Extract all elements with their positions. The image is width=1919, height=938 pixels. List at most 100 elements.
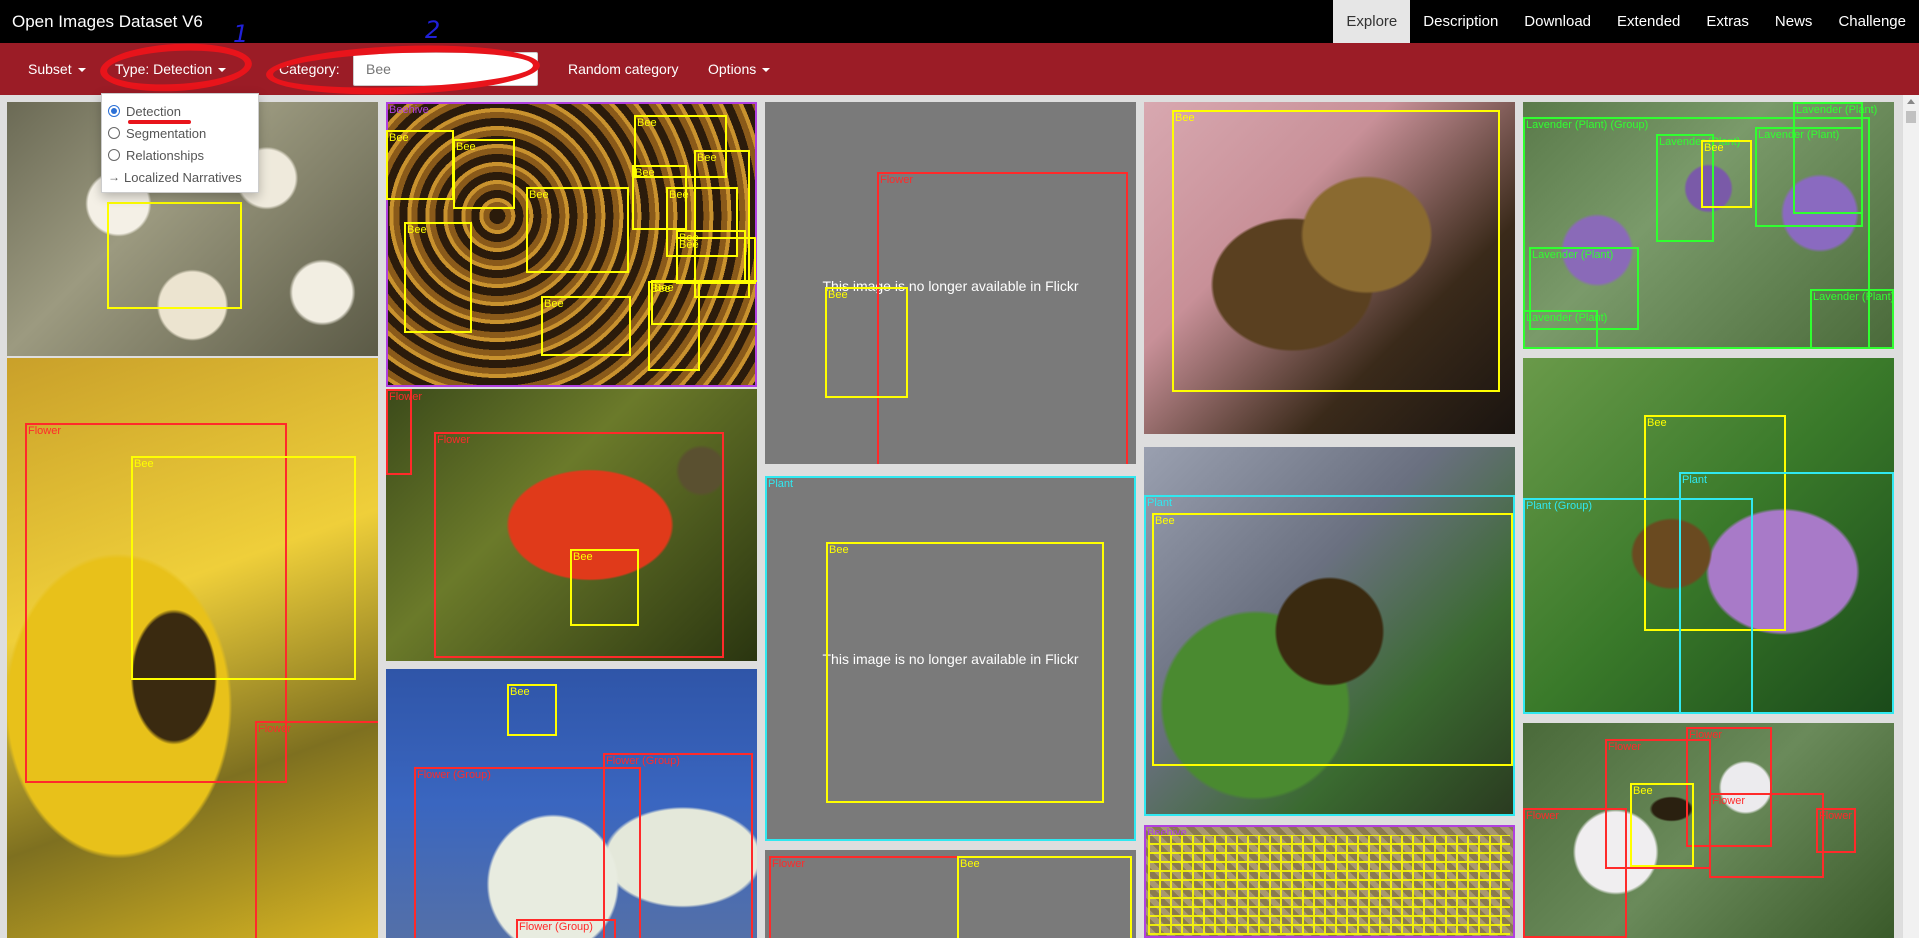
bbox-label: Flower [389,391,423,403]
image-tile[interactable]: Beehive [1144,825,1515,938]
bbox-flower: Flower [1709,793,1824,878]
bbox-bee: Bee [507,684,557,736]
nav-extras[interactable]: Extras [1693,0,1762,43]
bbox-label: Bee [389,132,409,144]
bbox-flower: Flower [255,721,378,938]
bbox-label: Flower [1819,810,1853,822]
nav-description[interactable]: Description [1410,0,1511,43]
arrow-right-icon: → [108,170,120,184]
annotation-number-1: 1 [233,20,249,48]
bbox-label: Bee [960,858,980,870]
type-option-label: Relationships [126,147,205,163]
subset-dropdown[interactable]: Subset [28,43,86,95]
image-tile[interactable]: Plant Bee [1144,447,1515,816]
bbox-lavender: Lavender (Plant) [1793,102,1877,214]
image-tile[interactable]: Bee Flower (Group) Flower (Group) Flower… [386,669,757,938]
bbox-bee: Bee [826,542,1104,803]
bbox-bee: Bee [1630,783,1694,867]
bbox-flower: Flower [877,172,1128,464]
bbox-flower-group: Flower (Group) [603,753,753,938]
bbox-label: Bee [573,551,593,563]
radio-icon[interactable] [108,127,120,139]
type-option-relationships[interactable]: Relationships [108,144,252,166]
bbox-label: Bee [669,189,689,201]
bbox-label: Bee [1175,112,1195,124]
options-dropdown[interactable]: Options [708,43,771,95]
bbox-label: Lavender (Plant) (Group) [1526,119,1649,131]
type-option-detection[interactable]: Detection [108,100,252,122]
image-tile[interactable]: Flower Flower Bee Flower Flower Flower [1523,723,1894,938]
bbox-label: Plant [1682,474,1708,486]
bbox-label: Flower [1608,741,1642,753]
image-tile[interactable]: Plant This image is no longer available … [765,476,1136,841]
image-tile[interactable]: Flower Bee Flower [7,358,378,938]
bbox-flower: Flower [1816,808,1856,853]
type-option-label: Detection [126,103,181,119]
bbox-label: Bee [697,152,717,164]
scrollbar-thumb[interactable] [1906,111,1916,123]
random-category-button[interactable]: Random category [568,43,679,95]
bbox-label: Bee [828,289,848,301]
bbox-bee [107,202,242,309]
bbox-flower-group: Flower (Group) [516,919,616,938]
explore-toolbar: Subset Type: Detection Category: Random … [0,43,1919,95]
bbox-bee: Bee [404,222,472,333]
bbox-label: Bee [679,239,699,251]
bbox-label: Bee [456,141,476,153]
bbox-label: Plant [1147,497,1173,509]
bbox-bee: Bee [541,296,631,356]
chevron-down-icon [218,68,227,73]
bbox-label: Flower [258,723,292,735]
bbox-bee: Bee [957,856,1132,938]
bbox-bee: Bee [526,187,629,273]
bbox-label: Bee [637,117,657,129]
type-dropdown[interactable]: Type: Detection [115,43,227,95]
annotation-underline [128,120,191,124]
image-tile[interactable]: Beehive Bee Bee Bee Bee Bee Bee Bee Bee … [386,102,757,387]
bbox-flower: Flower [769,856,959,938]
bbox-label: Bee [1704,142,1724,154]
bbox-label: Flower [437,434,471,446]
page-scrollbar[interactable] [1902,95,1919,938]
brand-title[interactable]: Open Images Dataset V6 [12,0,203,43]
image-tile[interactable]: Flower Flower Bee [386,389,757,661]
image-tile[interactable]: Lavender (Plant) (Group) Lavender (Plant… [1523,102,1894,349]
category-input[interactable] [353,52,538,86]
bbox-label: Bee [635,167,655,179]
bbox-plant-group: Plant (Group) [1523,498,1753,714]
radio-checked-icon[interactable] [108,105,120,117]
nav-news[interactable]: News [1762,0,1826,43]
radio-icon[interactable] [108,149,120,161]
bbox-bee: Bee [676,237,756,284]
scroll-up-icon[interactable] [1907,99,1915,104]
top-navbar: Open Images Dataset V6 Explore Descripti… [0,0,1919,43]
bbox-label: Flower [1712,795,1746,807]
type-option-localized-narratives[interactable]: → Localized Narratives [108,166,252,188]
bbox-label: Bee [407,224,427,236]
bbox-label: Flower [1526,810,1560,822]
bbox-label: Bee [829,544,849,556]
nav-download[interactable]: Download [1511,0,1604,43]
bbox-label: Lavender (Plant) [1796,104,1878,116]
type-option-label: Segmentation [126,125,207,141]
bbox-label: Flower (Group) [519,921,593,933]
type-option-segmentation[interactable]: Segmentation [108,122,252,144]
bbox-label: Bee [1633,785,1653,797]
subset-label: Subset [28,61,72,77]
image-tile[interactable]: Bee [1144,102,1515,434]
bbox-label: Beehive [389,104,429,116]
options-label: Options [708,61,757,77]
nav-challenge[interactable]: Challenge [1825,0,1919,43]
image-tile[interactable]: This image is no longer available in Fli… [765,102,1136,464]
bbox-label: Bee [1155,515,1175,527]
bee-boxes-dense [1148,835,1510,935]
bbox-label: Bee [1647,417,1667,429]
nav-explore[interactable]: Explore [1333,0,1411,43]
bbox-bee: Bee [453,139,515,209]
bbox-bee: Bee [131,456,356,680]
bbox-label: Lavender (Plant) [1526,312,1608,324]
image-tile[interactable]: Flower Bee [765,850,1136,938]
nav-extended[interactable]: Extended [1604,0,1693,43]
image-tile[interactable]: Bee Plant Plant (Group) [1523,358,1894,714]
bbox-label: Lavender (Plant) [1532,249,1614,261]
